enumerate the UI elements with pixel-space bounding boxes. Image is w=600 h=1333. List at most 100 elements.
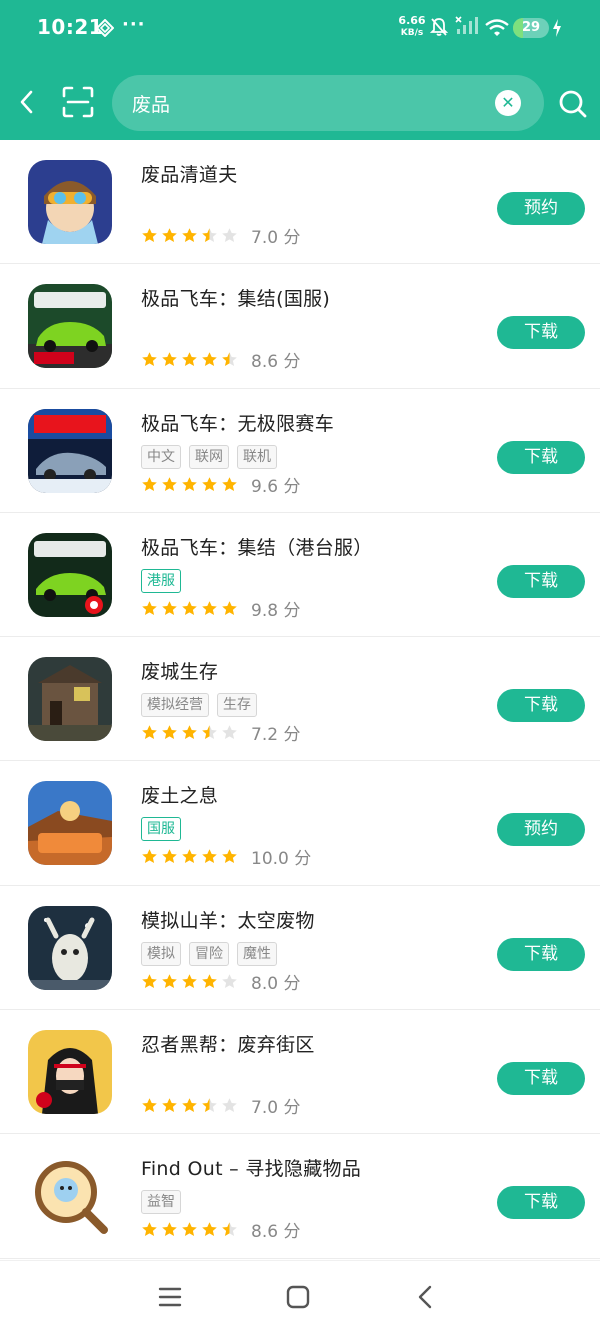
- star-rating: [141, 848, 238, 865]
- result-item[interactable]: 模拟山羊：太空废物 模拟 冒险 魔性 8.0 分 下载: [0, 886, 600, 1011]
- rating: 8.6 分: [141, 347, 300, 372]
- star-filled-icon: [162, 1222, 177, 1237]
- star-filled-icon: [142, 1222, 157, 1237]
- reserve-button[interactable]: 预约: [497, 813, 585, 847]
- tag: 益智: [141, 1190, 181, 1215]
- star-rating: [141, 973, 238, 990]
- star-empty-icon: [222, 228, 237, 242]
- star-filled-icon: [142, 849, 157, 864]
- home-square-icon[interactable]: [284, 1283, 312, 1311]
- star-rating: [141, 227, 238, 244]
- search-icon[interactable]: [557, 88, 589, 120]
- star-empty-icon: [222, 725, 237, 740]
- tag: 模拟: [141, 941, 181, 966]
- net-speed-value: 6.66: [398, 14, 426, 27]
- star-filled-icon: [162, 352, 177, 367]
- star-filled-icon: [182, 849, 197, 864]
- star-filled-icon: [182, 228, 197, 242]
- search-input[interactable]: [132, 75, 492, 131]
- net-speed: 6.66 KB/s: [398, 15, 426, 39]
- app-icon[interactable]: [28, 1030, 112, 1115]
- app-name: 极品飞车：集结(国服): [141, 288, 331, 311]
- download-button[interactable]: 下载: [497, 937, 585, 971]
- star-filled-icon: [222, 849, 237, 864]
- tag: 港服: [141, 568, 181, 593]
- result-item[interactable]: 极品飞车：集结（港台服） 港服 9.8 分 下载: [0, 513, 600, 638]
- system-nav-bar: [0, 1260, 600, 1333]
- app-icon[interactable]: [28, 781, 112, 866]
- app-name: Find Out – 寻找隐藏物品: [141, 1158, 362, 1181]
- tag: 模拟经营: [141, 693, 209, 718]
- clear-icon[interactable]: ✕: [495, 90, 521, 116]
- app-icon[interactable]: [28, 657, 112, 742]
- star-filled-icon: [142, 228, 157, 242]
- wifi-icon: [485, 19, 509, 36]
- app-header: 10:21 ··· 6.66 KB/s 29 废品 ✕: [0, 0, 600, 140]
- back-icon[interactable]: [12, 84, 42, 120]
- star-filled-icon: [202, 849, 217, 864]
- app-icon[interactable]: [28, 160, 112, 244]
- star-filled-icon: [142, 1098, 157, 1113]
- download-button[interactable]: 下载: [497, 1062, 585, 1096]
- star-filled-icon: [162, 725, 177, 740]
- rating: 8.6 分: [141, 1217, 300, 1242]
- app-name: 废土之息: [141, 785, 219, 808]
- star-filled-icon: [202, 352, 217, 367]
- charging-icon: [553, 19, 561, 37]
- download-button[interactable]: 下载: [497, 440, 585, 474]
- score: 9.8 分: [251, 600, 301, 621]
- search-box: ✕: [112, 75, 544, 131]
- back-triangle-icon[interactable]: [412, 1283, 440, 1311]
- result-item[interactable]: 废品清道夫 7.0 分 预约: [0, 140, 600, 265]
- star-filled-icon: [202, 601, 217, 615]
- star-filled-icon: [142, 352, 157, 367]
- reserve-button[interactable]: 预约: [497, 192, 585, 225]
- result-item[interactable]: 废土之息 国服 10.0 分 预约: [0, 761, 600, 886]
- app-icon[interactable]: [28, 284, 112, 369]
- star-filled-icon: [162, 974, 177, 988]
- app-name: 极品飞车：无极限赛车: [141, 412, 335, 435]
- tag-list: 港服: [141, 568, 181, 593]
- tag-list: 模拟 冒险 魔性: [141, 941, 277, 966]
- score: 8.6 分: [251, 1222, 301, 1243]
- star-empty-icon: [222, 974, 237, 988]
- battery-level: 29: [521, 20, 541, 35]
- net-speed-unit: KB/s: [400, 28, 424, 38]
- download-button[interactable]: 下载: [497, 564, 585, 598]
- app-name: 模拟山羊：太空废物: [141, 909, 315, 932]
- app-icon[interactable]: [28, 1154, 112, 1239]
- tag-list: 模拟经营 生存: [141, 693, 257, 718]
- scan-icon[interactable]: [60, 84, 96, 120]
- rating: 7.0 分: [141, 223, 300, 248]
- star-filled-icon: [182, 476, 197, 491]
- mute-icon: [430, 18, 448, 36]
- star-filled-icon: [182, 601, 197, 615]
- tag: 魔性: [237, 941, 277, 966]
- star-filled-icon: [162, 1098, 177, 1113]
- result-item[interactable]: 极品飞车：无极限赛车 中文 联网 联机 9.6 分 下载: [0, 389, 600, 513]
- result-item[interactable]: Find Out – 寻找隐藏物品 益智 8.6 分 下载: [0, 1134, 600, 1259]
- result-item[interactable]: 忍者黑帮：废弃街区 7.0 分 下载: [0, 1010, 600, 1135]
- download-button[interactable]: 下载: [497, 1186, 585, 1220]
- star-rating: [141, 351, 238, 368]
- download-button[interactable]: 下载: [497, 316, 585, 350]
- star-filled-icon: [222, 601, 237, 615]
- tag: 联机: [237, 444, 277, 469]
- status-bar: 10:21 ··· 6.66 KB/s 29: [0, 0, 600, 56]
- app-icon[interactable]: [28, 905, 112, 990]
- tag: 联网: [189, 444, 229, 469]
- download-button[interactable]: 下载: [497, 689, 585, 723]
- app-icon[interactable]: [28, 532, 112, 617]
- menu-icon[interactable]: [156, 1283, 184, 1311]
- app-icon[interactable]: [28, 408, 112, 493]
- diamond-app-icon: [96, 19, 114, 37]
- battery-icon: 29: [513, 18, 549, 38]
- result-item[interactable]: 极品飞车：集结(国服) 8.6 分 下载: [0, 264, 600, 389]
- app-name: 极品飞车：集结（港台服）: [141, 536, 373, 559]
- score: 7.2 分: [251, 725, 301, 746]
- star-filled-icon: [142, 601, 157, 615]
- result-item[interactable]: 废城生存 模拟经营 生存 7.2 分 下载: [0, 637, 600, 762]
- star-half-icon: [222, 1222, 237, 1237]
- score: 8.0 分: [251, 973, 301, 994]
- star-rating: [141, 476, 238, 493]
